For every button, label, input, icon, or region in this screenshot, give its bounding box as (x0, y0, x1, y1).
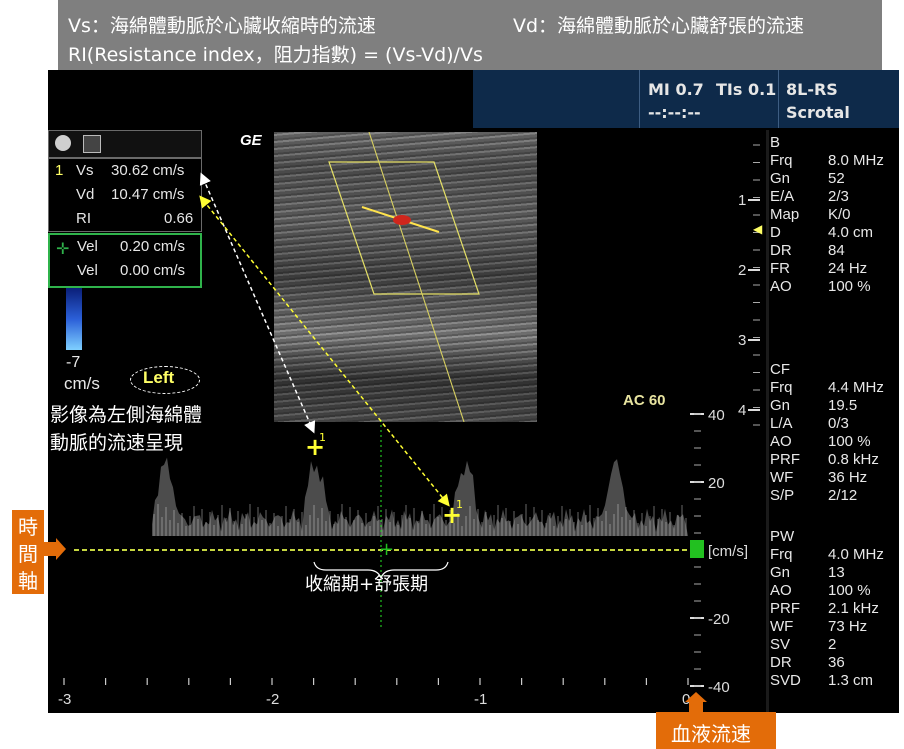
param-label: SV (770, 636, 791, 653)
param-value: 0.8 kHz (828, 451, 879, 468)
param-label: Frq (770, 379, 793, 396)
param-label: L/A (770, 415, 793, 432)
param-label: AO (770, 278, 792, 295)
param-label: AO (770, 582, 792, 599)
param-label: S/P (770, 487, 795, 504)
param-value: 13 (828, 564, 845, 581)
time-tick-label: -2 (266, 691, 279, 708)
param-value: 36 (828, 654, 845, 671)
parameter-panel: B Frq 8.0 MHz Gn 52 E/A 2/3 Map K/0 D 4.0 cm DR 84 FR… (770, 130, 899, 713)
svg-text:1: 1 (456, 498, 463, 511)
param-label: WF (770, 618, 794, 635)
param-value: 2 (828, 636, 837, 653)
time-axis-char1: 時 (18, 515, 38, 539)
cursor-cross: + (379, 539, 394, 560)
ri-definition: RI(Resistance index，阻力指數) = (Vs-Vd)/Vs (68, 44, 483, 66)
param-label: DR (770, 654, 792, 671)
time-axis-arrow-icon (44, 538, 66, 560)
vs-caliper[interactable]: + 1 (305, 431, 326, 461)
param-group-pw: PW (770, 528, 795, 545)
param-label: Frq (770, 152, 793, 169)
vd-caliper[interactable]: + 1 (442, 498, 463, 529)
vs-definition: Vs：海綿體動脈於心臟收縮時的流速 (68, 15, 376, 37)
param-label: Gn (770, 170, 791, 187)
cycle-label: 收縮期+舒張期 (305, 574, 429, 595)
param-value: 2.1 kHz (828, 600, 879, 617)
param-value: 52 (828, 170, 845, 187)
param-value: 19.5 (828, 397, 858, 414)
param-label: WF (770, 469, 794, 486)
param-label: PRF (770, 600, 800, 617)
vd-definition: Vd：海綿體動脈於心臟舒張的流速 (513, 15, 805, 37)
time-axis-char3: 軸 (18, 569, 38, 593)
velocity-tick-label: 20 (708, 475, 725, 492)
param-value: 100 % (828, 582, 871, 599)
param-value: 0/3 (828, 415, 849, 432)
bmode-image (274, 132, 537, 422)
param-value: 1.3 cm (828, 672, 874, 689)
velocity-arrow-icon (685, 692, 707, 714)
param-value: 4.0 MHz (828, 546, 884, 563)
param-label: Map (770, 206, 800, 223)
depth-tick-label: 3 (738, 332, 746, 349)
time-axis-label: 時 間 軸 (12, 510, 44, 594)
param-label: Gn (770, 397, 791, 414)
param-label: DR (770, 242, 792, 259)
param-label: E/A (770, 188, 795, 205)
param-value: 24 Hz (828, 260, 868, 277)
param-value: 4.4 MHz (828, 379, 884, 396)
depth-tick-label: 1 (738, 192, 746, 209)
param-value: 4.0 cm (828, 224, 874, 241)
depth-tick-label: 2 (738, 262, 746, 279)
velocity-label-box: 血液流速 (656, 712, 776, 749)
param-group-b: B (770, 134, 781, 151)
param-label: Gn (770, 564, 791, 581)
velocity-tick-label: -40 (708, 679, 730, 696)
baseline-handle[interactable] (690, 540, 704, 558)
param-value: 8.0 MHz (828, 152, 884, 169)
velocity-tick-label: [cm/s] (708, 543, 748, 560)
param-value: 100 % (828, 278, 871, 295)
ultrasound-screen: MI 0.7 TIs 0.1 8L-RS --:--:-- Scrotal GE… (48, 70, 899, 713)
param-value: 100 % (828, 433, 871, 450)
param-value: 2/3 (828, 188, 849, 205)
time-axis-char2: 間 (18, 542, 38, 566)
param-value: 84 (828, 242, 845, 259)
velocity-tick-label: -20 (708, 611, 730, 628)
param-label: Frq (770, 546, 793, 563)
svg-text:1: 1 (319, 431, 326, 444)
param-label: AO (770, 433, 792, 450)
depth-axis: 1 2 3 4 (738, 144, 760, 426)
definition-caption: Vs：海綿體動脈於心臟收縮時的流速 Vd：海綿體動脈於心臟舒張的流速 RI(Re… (58, 0, 882, 70)
param-label: D (770, 224, 781, 241)
velocity-label: 血液流速 (671, 722, 751, 746)
time-tick-label: -3 (58, 691, 71, 708)
param-value: 2/12 (828, 487, 858, 504)
depth-tick-label: 4 (738, 402, 746, 419)
param-value: K/0 (828, 206, 851, 223)
param-label: FR (770, 260, 790, 277)
param-value: 73 Hz (828, 618, 868, 635)
param-value: 36 Hz (828, 469, 868, 486)
param-label: SVD (770, 672, 801, 689)
param-label: PRF (770, 451, 800, 468)
focus-marker-icon: ◀ (753, 222, 763, 236)
time-axis: -3 -2 -1 0 (58, 678, 690, 708)
doppler-gate-overlay (328, 132, 480, 422)
time-tick-label: -1 (474, 691, 487, 708)
velocity-tick-label: 40 (708, 407, 725, 424)
param-group-cf: CF (770, 361, 790, 378)
